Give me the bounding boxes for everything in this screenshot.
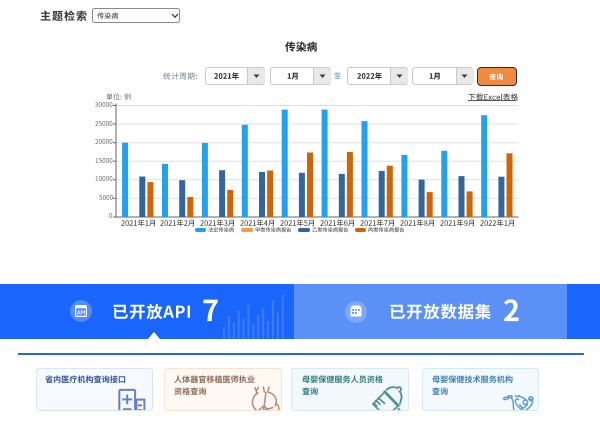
- svg-text:API: API: [77, 311, 86, 317]
